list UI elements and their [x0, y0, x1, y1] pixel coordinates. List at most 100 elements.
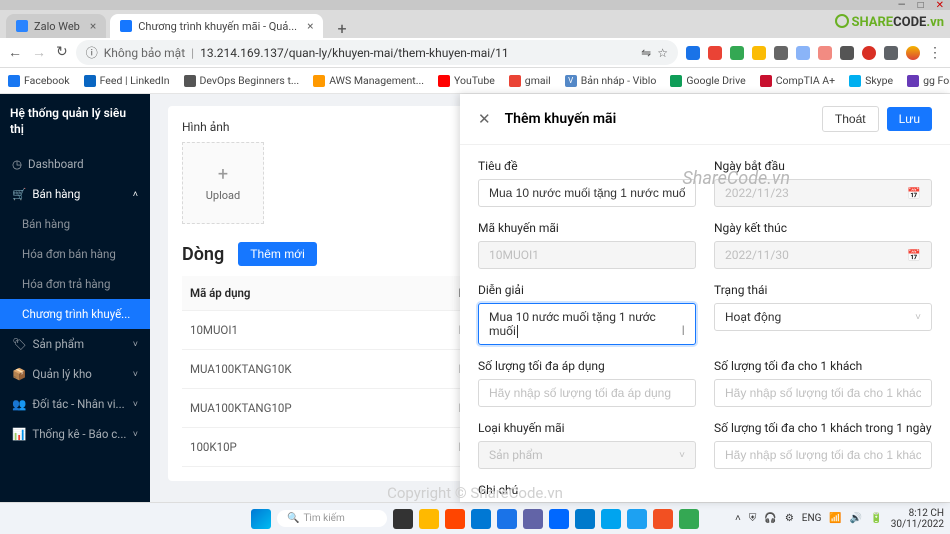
label-start: Ngày bắt đầu [714, 159, 932, 173]
share-icon[interactable]: ⇋ [641, 46, 651, 60]
volume-icon[interactable]: 🔊 [850, 513, 862, 524]
wifi-icon[interactable]: 📶 [829, 513, 841, 524]
sidebar-item-dashboard[interactable]: ◷Dashboard [0, 149, 150, 179]
ext-icon[interactable] [884, 46, 898, 60]
input-maxcust[interactable] [714, 379, 932, 407]
input-title[interactable] [478, 179, 696, 207]
input-start[interactable]: 2022/11/23📅 [714, 179, 932, 207]
input-desc[interactable]: Mua 10 nước muối tặng 1 nước muốiI [478, 303, 696, 345]
nav-forward-icon[interactable]: → [32, 44, 46, 61]
tb-icon[interactable] [679, 509, 699, 529]
taskview-icon[interactable] [393, 509, 413, 529]
menu-icon[interactable]: ⋮ [928, 45, 942, 61]
calendar-icon: 📅 [907, 187, 921, 200]
drawer-close-icon[interactable]: ✕ [478, 110, 491, 128]
tb-icon[interactable] [653, 509, 673, 529]
lang-indicator[interactable]: ENG [802, 513, 822, 524]
ext-icon[interactable] [862, 46, 876, 60]
close-icon[interactable]: × [307, 19, 313, 33]
ext-icon[interactable] [708, 46, 722, 60]
close-icon[interactable]: × [90, 19, 96, 33]
cart-icon: 🛒 [12, 187, 26, 201]
zalo-icon[interactable] [549, 509, 569, 529]
label-maxday: Số lượng tối đa cho 1 khách trong 1 ngày [714, 421, 932, 435]
vscode-icon[interactable] [575, 509, 595, 529]
label-end: Ngày kết thúc [714, 221, 932, 235]
upload-label: Upload [206, 189, 240, 202]
th-code: Mã áp dụng [182, 276, 451, 311]
bookmark-gmail[interactable]: gmail [509, 74, 551, 87]
brand-title: Hệ thống quản lý siêu thị [0, 94, 150, 149]
ext-icon[interactable] [686, 46, 700, 60]
extension-icons: ⋮ [686, 45, 942, 61]
add-button[interactable]: Thêm mới [238, 242, 317, 266]
exit-button[interactable]: Thoát [822, 106, 879, 132]
chevron-down-icon: ˅ [133, 369, 138, 380]
input-end[interactable]: 2022/11/30📅 [714, 241, 932, 269]
ext-icon[interactable] [774, 46, 788, 60]
upload-button[interactable]: + Upload [182, 142, 264, 224]
tray-chevron-icon[interactable]: ˄ [735, 513, 741, 524]
input-code[interactable]: 10MUOI1 [478, 241, 696, 269]
ext-icon[interactable] [752, 46, 766, 60]
nav-back-icon[interactable]: ← [8, 44, 22, 61]
sidebar-item-warehouse[interactable]: 📦Quản lý kho˅ [0, 359, 150, 389]
sidebar-item-stats[interactable]: 📊Thống kê - Báo c...˅ [0, 419, 150, 449]
input-maxday[interactable] [714, 441, 932, 469]
ext-icon[interactable] [840, 46, 854, 60]
explorer-icon[interactable] [419, 509, 439, 529]
sidebar-item-partner[interactable]: 👥Đối tác - Nhân vi...˅ [0, 389, 150, 419]
nav-reload-icon[interactable]: ↻ [56, 44, 68, 61]
clock-time[interactable]: 8:12 CH [891, 508, 944, 519]
start-icon[interactable] [251, 509, 271, 529]
bookmark-skype[interactable]: Skype [849, 74, 893, 87]
sidebar-sub-sales[interactable]: Bán hàng [0, 209, 150, 239]
site-info-icon[interactable]: ⓘ [86, 44, 98, 61]
sidebar-sub-promo[interactable]: Chương trình khuyế... [0, 299, 150, 329]
window-close[interactable]: ✕ [936, 0, 944, 11]
tray-icon[interactable]: ⚙ [785, 513, 794, 524]
bookmark-devops[interactable]: DevOps Beginners t... [184, 74, 300, 87]
bookmark-comptia[interactable]: CompTIA A+ [760, 74, 835, 87]
tray-icon[interactable]: ⛨ [749, 513, 757, 524]
bookmark-aws[interactable]: AWS Management... [313, 74, 424, 87]
sidebar-item-product[interactable]: 🏷Sản phẩm˅ [0, 329, 150, 359]
avatar-icon[interactable] [906, 46, 920, 60]
newtab-button[interactable]: + [327, 19, 356, 38]
bookmark-linkedin[interactable]: Feed | LinkedIn [84, 74, 170, 87]
star-icon[interactable]: ☆ [657, 46, 668, 60]
label-code: Mã khuyến mãi [478, 221, 696, 235]
teams-icon[interactable] [523, 509, 543, 529]
ext-icon[interactable] [818, 46, 832, 60]
clock-date[interactable]: 30/11/2022 [891, 519, 944, 530]
sidebar-item-sales[interactable]: 🛒Bán hàng˄ [0, 179, 150, 209]
bookmark-viblo[interactable]: VBản nháp - Viblo [565, 74, 657, 87]
save-button[interactable]: Lưu [887, 107, 932, 131]
taskbar-search[interactable]: 🔍Tìm kiếm [277, 510, 387, 527]
ext-icon[interactable] [730, 46, 744, 60]
bookmark-gdrive[interactable]: Google Drive [670, 74, 745, 87]
tab-zalo-label: Zalo Web [34, 20, 80, 33]
tab-active-label: Chương trình khuyến mãi - Quả... [138, 20, 297, 33]
select-status[interactable]: Hoạt động˅ [714, 303, 932, 331]
tb-icon[interactable] [627, 509, 647, 529]
bookmark-youtube[interactable]: YouTube [438, 74, 495, 87]
input-maxapply[interactable] [478, 379, 696, 407]
edge-icon[interactable] [471, 509, 491, 529]
bookmark-facebook[interactable]: Facebook [8, 74, 70, 87]
window-maximize[interactable]: □ [918, 0, 924, 11]
bookmark-ggform[interactable]: gg Form [907, 74, 950, 87]
opera-icon[interactable] [445, 509, 465, 529]
battery-icon[interactable]: 🔋 [870, 513, 882, 524]
chrome-icon[interactable] [497, 509, 517, 529]
select-type[interactable]: Sản phẩm˅ [478, 441, 696, 469]
sidebar-sub-return[interactable]: Hóa đơn trả hàng [0, 269, 150, 299]
tb-icon[interactable] [601, 509, 621, 529]
url-input[interactable]: ⓘ Không bảo mật | 13.214.169.137/quan-ly… [76, 40, 678, 65]
tray-icon[interactable]: 🎧 [764, 513, 776, 524]
ext-icon[interactable] [796, 46, 810, 60]
tab-zalo[interactable]: Zalo Web × [6, 14, 106, 38]
sidebar-sub-invoice[interactable]: Hóa đơn bán hàng [0, 239, 150, 269]
tab-active[interactable]: Chương trình khuyến mãi - Quả... × [110, 14, 323, 38]
window-minimize[interactable]: — [898, 0, 906, 11]
